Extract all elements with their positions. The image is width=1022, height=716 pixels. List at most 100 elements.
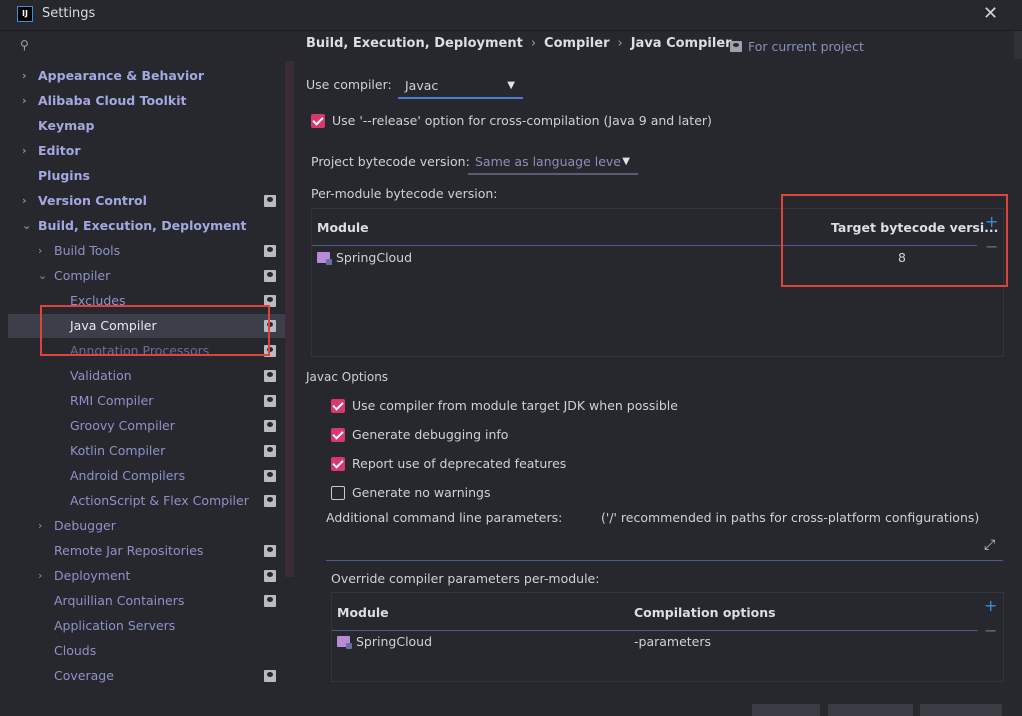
- search-box[interactable]: ⚲: [10, 36, 286, 58]
- use-target-jdk-checkbox[interactable]: [331, 399, 345, 413]
- project-scope-icon: [264, 420, 276, 432]
- use-compiler-label: Use compiler:: [306, 77, 392, 92]
- chevron-right-icon[interactable]: ›: [38, 239, 42, 263]
- use-compiler-dropdown[interactable]: Javac ▼: [398, 73, 523, 99]
- sidebar-item-label: Build Tools: [54, 243, 121, 258]
- sidebar-item-arquillian-containers[interactable]: Arquillian Containers: [8, 589, 286, 613]
- release-option-checkbox[interactable]: [311, 114, 325, 128]
- module-name: SpringCloud: [336, 250, 413, 265]
- no-warnings-checkbox[interactable]: [331, 486, 345, 500]
- project-scope-icon: [264, 495, 276, 507]
- remove-override-icon[interactable]: −: [984, 621, 997, 640]
- expand-icon[interactable]: ⤢: [984, 537, 995, 553]
- sidebar-item-groovy-compiler[interactable]: Groovy Compiler: [8, 414, 286, 438]
- sidebar-item-editor[interactable]: › Editor: [8, 139, 286, 163]
- sidebar-item-label: Alibaba Cloud Toolkit: [38, 93, 187, 108]
- sidebar-item-kotlin-compiler[interactable]: Kotlin Compiler: [8, 439, 286, 463]
- compilation-options-value[interactable]: -parameters: [634, 634, 711, 649]
- additional-params-field[interactable]: [326, 560, 1003, 561]
- sidebar-item-label: Editor: [38, 143, 81, 158]
- sidebar-item-label: RMI Compiler: [70, 393, 154, 408]
- breadcrumb-item[interactable]: Build, Execution, Deployment: [306, 36, 523, 51]
- chevron-right-icon[interactable]: ›: [22, 189, 27, 213]
- sidebar-item-application-servers[interactable]: Application Servers: [8, 614, 286, 638]
- breadcrumb-item[interactable]: Compiler: [544, 36, 609, 51]
- sidebar-item-label: Arquillian Containers: [54, 593, 185, 608]
- sidebar-item-label: Deployment: [54, 568, 131, 583]
- sidebar-item-label: Coverage: [54, 668, 114, 683]
- chevron-right-icon[interactable]: ›: [22, 89, 27, 113]
- breadcrumb-item: Java Compiler: [630, 36, 732, 51]
- project-scope-icon: [264, 395, 276, 407]
- sidebar-item-label: Build, Execution, Deployment: [38, 218, 247, 233]
- search-input[interactable]: [40, 36, 284, 58]
- chevron-right-icon[interactable]: ›: [38, 564, 42, 588]
- additional-params-hint: ('/' recommended in paths for cross-plat…: [601, 510, 980, 525]
- highlight-annotation-box: [781, 194, 1008, 287]
- sidebar-item-build-tools[interactable]: › Build Tools: [8, 239, 286, 263]
- sidebar-item-remote-jar-repositories[interactable]: Remote Jar Repositories: [8, 539, 286, 563]
- chevron-right-icon[interactable]: ›: [22, 139, 27, 163]
- title-bar: IJ Settings ✕: [0, 0, 1022, 31]
- breadcrumb: Build, Execution, Deployment › Compiler › Ja…: [306, 36, 732, 51]
- dialog-button[interactable]: [752, 704, 820, 716]
- sidebar-item-alibaba[interactable]: › Alibaba Cloud Toolkit: [8, 89, 286, 113]
- table-header-divider: [332, 630, 978, 631]
- sidebar-item-build-execution-deployment[interactable]: ⌄ Build, Execution, Deployment: [8, 214, 286, 238]
- sidebar-item-label: Kotlin Compiler: [70, 443, 166, 458]
- table-header-compilation-options[interactable]: Compilation options: [634, 605, 776, 620]
- no-warnings-label: Generate no warnings: [352, 485, 491, 500]
- table-header-module[interactable]: Module: [337, 605, 389, 620]
- sidebar-item-compiler[interactable]: ⌄ Compiler: [8, 264, 286, 288]
- debugging-info-label: Generate debugging info: [352, 427, 509, 442]
- sidebar-item-deployment[interactable]: › Deployment: [8, 564, 286, 588]
- sidebar-item-plugins[interactable]: Plugins: [8, 164, 286, 188]
- sidebar-item-debugger[interactable]: › Debugger: [8, 514, 286, 538]
- use-compiler-value: Javac: [405, 78, 439, 93]
- sidebar-item-version-control[interactable]: › Version Control: [8, 189, 286, 213]
- sidebar-item-validation[interactable]: Validation: [8, 364, 286, 388]
- sidebar-item-appearance[interactable]: › Appearance & Behavior: [8, 64, 286, 88]
- module-name: SpringCloud: [356, 634, 433, 649]
- table-row[interactable]: SpringCloud: [337, 634, 432, 649]
- add-override-icon[interactable]: +: [984, 596, 997, 615]
- module-folder-icon: [337, 636, 352, 649]
- override-params-label: Override compiler parameters per-module:: [331, 571, 600, 586]
- table-header-module[interactable]: Module: [317, 220, 369, 235]
- table-row[interactable]: SpringCloud: [317, 250, 412, 265]
- main-scrollbar[interactable]: [1014, 31, 1022, 59]
- sidebar-item-rmi-compiler[interactable]: RMI Compiler: [8, 389, 286, 413]
- chevron-down-icon[interactable]: ⌄: [22, 214, 31, 238]
- breadcrumb-separator: ›: [530, 36, 537, 51]
- project-scope-icon: [264, 195, 276, 207]
- close-icon[interactable]: ✕: [983, 3, 998, 24]
- project-scope-icon: [264, 370, 276, 382]
- sidebar-item-actionscript-flex-compiler[interactable]: ActionScript & Flex Compiler: [8, 489, 286, 513]
- project-scope-icon: [264, 445, 276, 457]
- dialog-button[interactable]: [920, 704, 1002, 716]
- sidebar-item-coverage[interactable]: Coverage: [8, 664, 286, 688]
- sidebar-item-label: Keymap: [38, 118, 95, 133]
- dropdown-arrow-icon: ▼: [507, 80, 515, 91]
- chevron-right-icon[interactable]: ›: [22, 64, 27, 88]
- sidebar-item-android-compilers[interactable]: Android Compilers: [8, 464, 286, 488]
- sidebar-item-label: Application Servers: [54, 618, 176, 633]
- debugging-info-checkbox[interactable]: [331, 428, 345, 442]
- breadcrumb-separator: ›: [617, 36, 623, 51]
- chevron-right-icon[interactable]: ›: [38, 514, 42, 538]
- dropdown-arrow-icon: ▼: [622, 156, 630, 167]
- dialog-button[interactable]: [828, 704, 913, 716]
- sidebar-scrollbar[interactable]: [285, 61, 294, 577]
- project-scope-icon: [264, 595, 276, 607]
- sidebar-item-label: Compiler: [54, 268, 111, 283]
- sidebar-item-clouds[interactable]: Clouds: [8, 639, 286, 663]
- window-title: Settings: [42, 6, 96, 21]
- sidebar-item-label: Android Compilers: [70, 468, 186, 483]
- chevron-down-icon[interactable]: ⌄: [38, 264, 47, 288]
- project-bytecode-dropdown[interactable]: Same as language leve ▼: [468, 149, 638, 175]
- project-scope-icon: [264, 545, 276, 557]
- project-scope-icon: [264, 245, 276, 257]
- sidebar-item-label: Groovy Compiler: [70, 418, 175, 433]
- deprecated-features-checkbox[interactable]: [331, 457, 345, 471]
- sidebar-item-keymap[interactable]: Keymap: [8, 114, 286, 138]
